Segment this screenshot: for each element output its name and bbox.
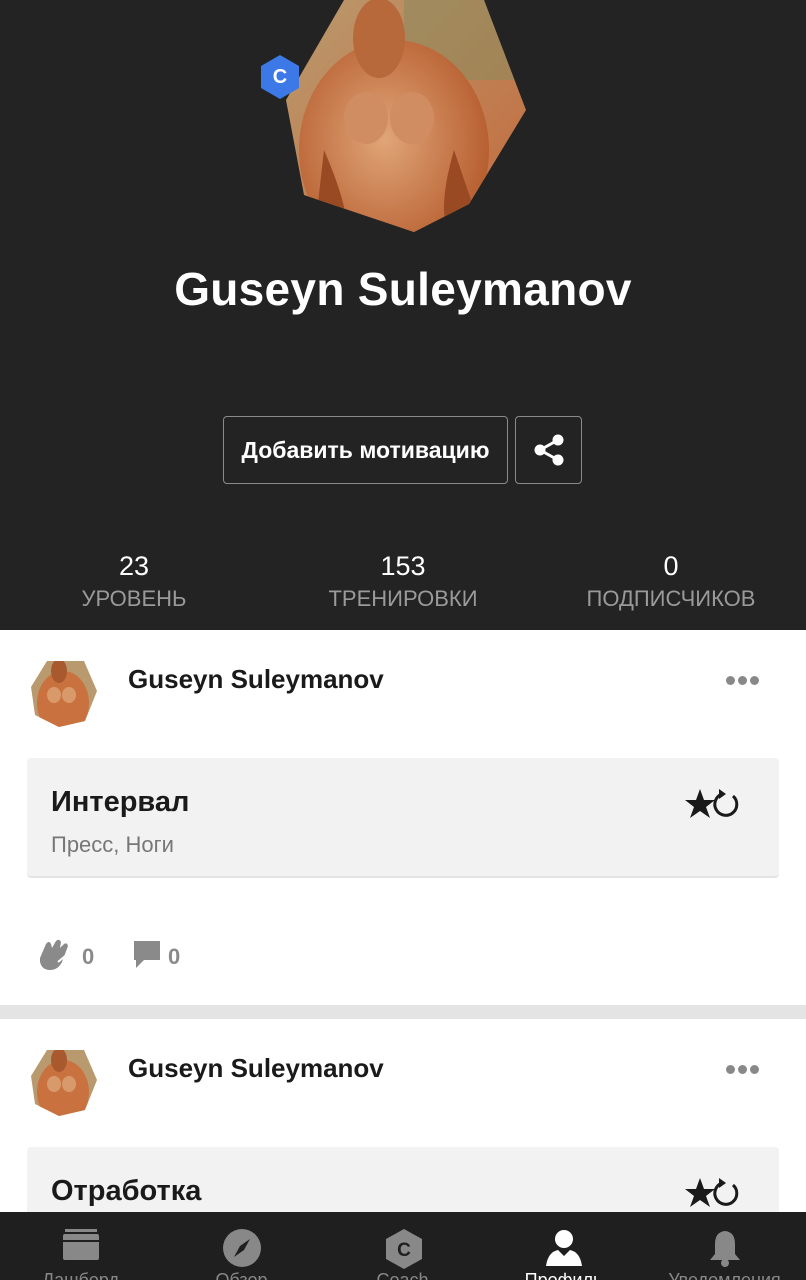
share-icon: [534, 434, 564, 466]
comment-count: 0: [168, 944, 181, 969]
kangaroo-avatar-image: [31, 661, 97, 727]
stat-level: 23 УРОВЕНЬ: [0, 548, 268, 614]
kangaroo-avatar-image: [31, 1050, 97, 1116]
stat-value: 153: [380, 551, 426, 581]
stat-workouts[interactable]: 153 ТРЕНИРОВКИ: [269, 548, 537, 614]
coach-badge-letter: C: [397, 1240, 411, 1261]
post-author-avatar[interactable]: [29, 659, 99, 729]
nav-item-profile[interactable]: Профиль: [483, 1212, 644, 1280]
level-badge-letter: C: [272, 66, 288, 88]
clap-button[interactable]: 0: [36, 938, 106, 974]
nav-item-explore[interactable]: Обзор: [161, 1212, 322, 1280]
stat-followers[interactable]: 0 ПОДПИСЧИКОВ: [537, 548, 805, 614]
stat-value: 0: [663, 551, 679, 581]
workout-tags: Пресс, Ноги: [51, 832, 174, 857]
clap-count: 0: [82, 944, 95, 969]
star-repeat-icon: [685, 789, 739, 818]
workout-card[interactable]: Интервал Пресс, Ноги: [27, 758, 779, 878]
kangaroo-avatar-image: [286, 0, 526, 232]
stat-value: 23: [118, 551, 150, 581]
stat-label: ПОДПИСЧИКОВ: [586, 586, 756, 611]
stat-label: УРОВЕНЬ: [81, 586, 187, 611]
profile-icon: [546, 1230, 582, 1266]
more-options-icon[interactable]: [726, 1061, 766, 1075]
post-divider: [0, 1005, 806, 1019]
workout-title: Отработка: [51, 1175, 202, 1207]
comment-icon: [134, 941, 160, 968]
nav-label: Обзор: [215, 1270, 268, 1280]
bottom-navigation: Дашборд Обзор C Coach Профиль Уведомлени…: [0, 1212, 806, 1280]
level-badge: C: [257, 54, 303, 100]
dashboard-icon: [63, 1229, 99, 1260]
nav-item-coach[interactable]: C Coach: [322, 1212, 483, 1280]
coach-hex-icon: C: [386, 1229, 422, 1269]
compass-icon: [223, 1229, 261, 1267]
stat-label: ТРЕНИРОВКИ: [328, 586, 478, 611]
profile-header: C Guseyn Suleymanov Добавить мотивацию 2…: [0, 0, 806, 630]
comment-button[interactable]: 0: [132, 938, 202, 974]
post-author-name[interactable]: Guseyn Suleymanov: [128, 664, 384, 695]
profile-name: Guseyn Suleymanov: [174, 263, 632, 315]
nav-label: Coach: [376, 1270, 429, 1280]
nav-label: Профиль: [524, 1270, 603, 1280]
share-button[interactable]: [515, 416, 582, 484]
nav-item-dashboard[interactable]: Дашборд: [0, 1212, 161, 1280]
post-author-avatar[interactable]: [29, 1048, 99, 1118]
post-author-name[interactable]: Guseyn Suleymanov: [128, 1053, 384, 1084]
nav-label: Уведомления: [668, 1270, 781, 1280]
nav-label: Дашборд: [41, 1270, 120, 1280]
nav-item-notifications[interactable]: Уведомления: [644, 1212, 805, 1280]
add-motivation-button[interactable]: Добавить мотивацию: [223, 416, 508, 484]
clap-icon: [40, 939, 71, 970]
star-repeat-icon: [685, 1178, 739, 1207]
workout-title: Интервал: [51, 786, 190, 818]
more-options-icon[interactable]: [726, 672, 766, 686]
profile-avatar[interactable]: [284, 0, 528, 238]
bell-icon: [710, 1231, 740, 1267]
